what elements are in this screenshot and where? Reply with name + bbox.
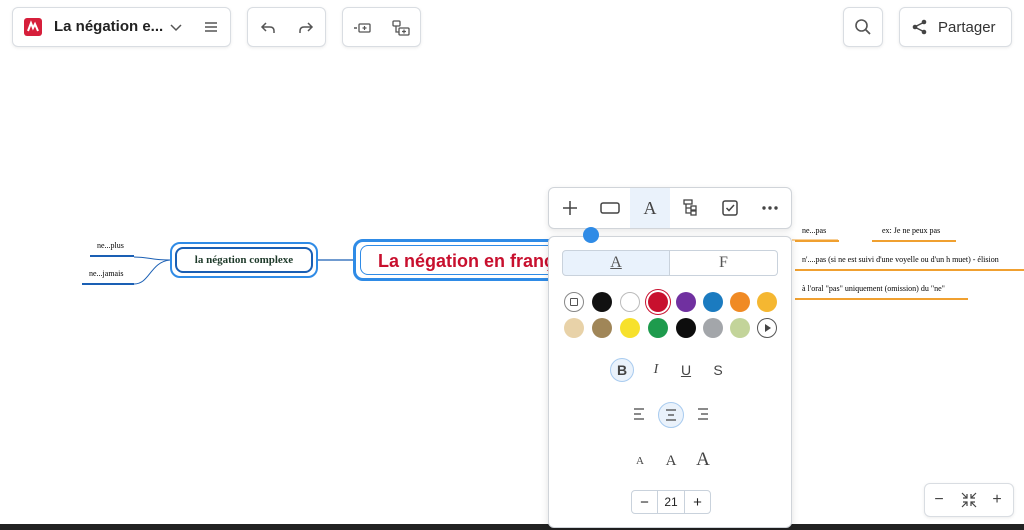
subtopic-label: la négation complexe bbox=[194, 254, 294, 266]
text-format-icon[interactable]: A bbox=[630, 188, 670, 228]
right-underline bbox=[795, 269, 1024, 271]
font-size-value[interactable]: 21 bbox=[658, 491, 684, 513]
right-item-ne-pas[interactable]: ne...pas bbox=[802, 226, 826, 235]
color-beige[interactable] bbox=[564, 318, 584, 338]
collapse-handle[interactable] bbox=[583, 227, 599, 243]
format-panel: A F B I U S A A A − 21 + bbox=[548, 236, 792, 528]
checkbox-icon[interactable] bbox=[710, 188, 750, 228]
add-icon[interactable] bbox=[550, 188, 590, 228]
leaf-ne-plus[interactable]: ne...plus bbox=[97, 241, 124, 250]
tab-text-style[interactable]: A bbox=[562, 250, 670, 276]
align-right-icon[interactable] bbox=[690, 402, 714, 426]
color-brown[interactable] bbox=[592, 318, 612, 338]
leaf-underline bbox=[90, 255, 134, 257]
tab-text-style-label: A bbox=[610, 254, 622, 271]
font-size-small-button[interactable]: A bbox=[630, 450, 650, 472]
structure-icon[interactable] bbox=[670, 188, 710, 228]
font-size-decrease-button[interactable]: − bbox=[632, 491, 658, 513]
color-light-green[interactable] bbox=[730, 318, 750, 338]
color-blue[interactable] bbox=[703, 292, 723, 312]
font-size-increase-button[interactable]: + bbox=[684, 491, 710, 513]
color-red[interactable] bbox=[648, 292, 668, 312]
color-none[interactable] bbox=[564, 292, 584, 312]
color-black[interactable] bbox=[592, 292, 612, 312]
strikethrough-button[interactable]: S bbox=[706, 358, 730, 382]
right-underline bbox=[872, 240, 956, 242]
no-color-icon bbox=[570, 298, 578, 306]
font-size-stepper: − 21 + bbox=[631, 490, 711, 514]
tab-fill-style[interactable]: F bbox=[670, 250, 778, 276]
right-item-elision[interactable]: n'....pas (si ne est suivi d'une voyelle… bbox=[802, 255, 999, 264]
bottom-edge-bar bbox=[0, 524, 1024, 530]
font-size-large-button[interactable]: A bbox=[691, 447, 715, 473]
italic-button[interactable]: I bbox=[644, 358, 668, 382]
color-gray[interactable] bbox=[703, 318, 723, 338]
font-size-medium-button[interactable]: A bbox=[660, 449, 682, 473]
fit-screen-icon[interactable] bbox=[958, 490, 980, 510]
color-dark[interactable] bbox=[676, 318, 696, 338]
align-center-icon[interactable] bbox=[658, 402, 684, 428]
right-underline bbox=[795, 240, 839, 242]
color-white[interactable] bbox=[620, 292, 640, 312]
color-yellow[interactable] bbox=[620, 318, 640, 338]
subtopic-node[interactable]: la négation complexe bbox=[170, 242, 318, 278]
more-icon[interactable] bbox=[750, 188, 790, 228]
leaf-ne-jamais[interactable]: ne...jamais bbox=[89, 269, 123, 278]
text-format-glyph: A bbox=[643, 197, 657, 218]
color-purple[interactable] bbox=[676, 292, 696, 312]
tab-fill-style-label: F bbox=[719, 254, 728, 271]
right-underline bbox=[795, 298, 968, 300]
node-toolbar: A bbox=[548, 187, 792, 229]
color-yellow-orange[interactable] bbox=[757, 292, 777, 312]
shape-icon[interactable] bbox=[590, 188, 630, 228]
zoom-out-button[interactable]: − bbox=[928, 490, 950, 510]
align-left-icon[interactable] bbox=[628, 402, 652, 426]
color-orange[interactable] bbox=[730, 292, 750, 312]
central-topic-label: La négation en franç bbox=[378, 251, 555, 271]
underline-button[interactable]: U bbox=[674, 358, 698, 382]
right-item-oral[interactable]: à l'oral "pas" uniquement (omission) du … bbox=[802, 284, 945, 293]
bold-button[interactable]: B bbox=[610, 358, 634, 382]
right-item-example[interactable]: ex: Je ne peux pas bbox=[882, 226, 940, 235]
central-topic[interactable]: La négation en franç bbox=[353, 239, 563, 281]
zoom-in-button[interactable]: + bbox=[986, 490, 1008, 510]
more-colors-icon[interactable] bbox=[757, 318, 777, 338]
color-green[interactable] bbox=[648, 318, 668, 338]
leaf-underline bbox=[82, 283, 134, 285]
